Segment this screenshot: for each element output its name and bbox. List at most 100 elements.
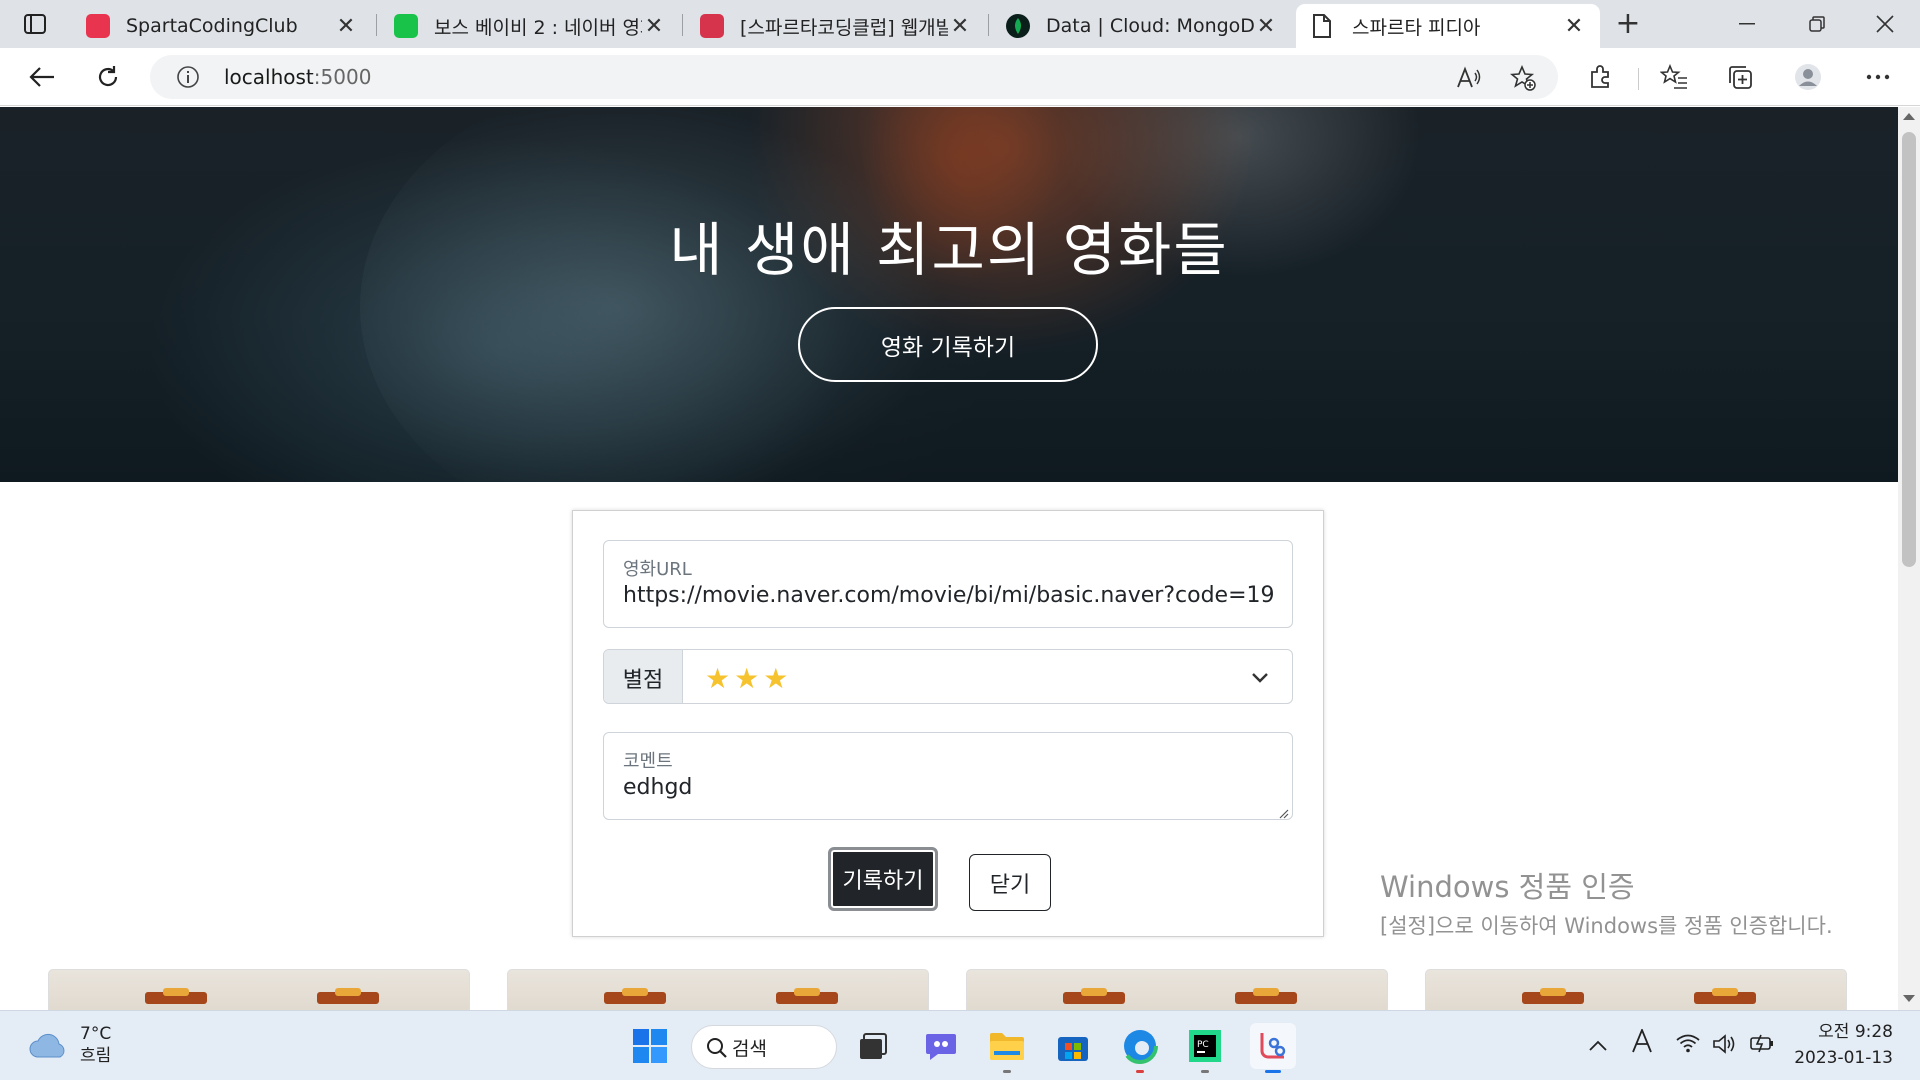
movie-card[interactable] <box>48 969 470 1010</box>
tab-actions-icon[interactable] <box>16 10 54 38</box>
refresh-icon[interactable] <box>90 59 126 95</box>
running-indicator <box>1003 1070 1011 1073</box>
pycharm-icon[interactable]: PC <box>1182 1023 1228 1073</box>
new-tab-plus-icon[interactable]: + <box>1612 9 1644 39</box>
edge-browser-icon[interactable] <box>1117 1023 1163 1073</box>
tab-title: Data | Cloud: MongoDB Cloud <box>1046 15 1254 37</box>
tab-separator <box>682 14 683 36</box>
movie-card[interactable] <box>1425 969 1847 1010</box>
url-field-value[interactable]: https://movie.naver.com/movie/bi/mi/basi… <box>623 583 1273 608</box>
teams-chat-icon[interactable] <box>918 1023 964 1069</box>
tab-sparta-webdev[interactable]: [스파르타코딩클럽] 웹개발 ✕ <box>684 4 986 48</box>
browser-toolbar: localhost:5000 <box>0 48 1920 106</box>
watermark-title: Windows 정품 인증 <box>1380 870 1635 904</box>
input-method-icon[interactable] <box>1631 1027 1653 1058</box>
weather-description: 흐림 <box>80 1046 112 1066</box>
url-host: localhost <box>224 65 314 89</box>
restore-icon[interactable] <box>1792 8 1842 40</box>
running-indicator <box>1136 1070 1144 1073</box>
star-select[interactable]: 별점 ★★★ <box>603 649 1293 704</box>
read-aloud-icon[interactable] <box>1456 65 1482 91</box>
movie-poster-image <box>604 988 666 1004</box>
tab-naver-movie[interactable]: 보스 베이비 2 : 네이버 영화 ✕ <box>378 4 680 48</box>
site-info-icon[interactable] <box>176 65 200 89</box>
url-port: :5000 <box>313 65 372 89</box>
record-movie-button[interactable]: 영화 기록하기 <box>798 307 1098 382</box>
cloud-icon <box>29 1033 65 1058</box>
comment-field-label: 코멘트 <box>623 751 673 772</box>
profile-avatar-icon[interactable] <box>1794 63 1822 91</box>
tab-spartacodingclub[interactable]: SpartaCodingClub ✕ <box>70 4 372 48</box>
movie-poster-image <box>1235 988 1297 1004</box>
close-button[interactable]: 닫기 <box>969 854 1051 911</box>
close-window-icon[interactable] <box>1860 8 1910 40</box>
star-rating-value: ★★★ <box>705 662 793 695</box>
url-field[interactable]: 영화URL https://movie.naver.com/movie/bi/m… <box>603 540 1293 628</box>
minimize-icon[interactable] <box>1722 8 1772 40</box>
movie-card[interactable] <box>507 969 929 1010</box>
svg-text:PC: PC <box>1197 1040 1209 1050</box>
back-arrow-icon[interactable] <box>24 59 60 95</box>
scroll-up-arrow-icon[interactable] <box>1903 113 1915 120</box>
movie-poster-image <box>317 988 379 1004</box>
tab-separator <box>988 14 989 36</box>
windows-activation-watermark: Windows 정품 인증 [설정]으로 이동하여 Windows를 정품 인증… <box>1380 864 1860 941</box>
scroll-down-arrow-icon[interactable] <box>1903 995 1915 1002</box>
taskbar-search-label: 검색 <box>732 1037 767 1060</box>
tab-sparta-pedia[interactable]: 스파르타 피디아 ✕ <box>1296 4 1600 48</box>
active-indicator <box>1265 1070 1281 1073</box>
tab-close-icon[interactable]: ✕ <box>642 14 666 39</box>
tab-mongodb[interactable]: Data | Cloud: MongoDB Cloud ✕ <box>990 4 1292 48</box>
page-scrollbar[interactable] <box>1898 107 1920 1010</box>
tab-close-icon[interactable]: ✕ <box>1562 14 1586 39</box>
tab-title: [스파르타코딩클럽] 웹개발 <box>740 16 948 39</box>
address-bar[interactable]: localhost:5000 <box>150 55 1558 99</box>
extensions-puzzle-icon[interactable] <box>1587 63 1615 91</box>
add-favorite-star-icon[interactable] <box>1509 64 1536 91</box>
tab-close-icon[interactable]: ✕ <box>1254 14 1278 39</box>
favorites-list-icon[interactable] <box>1660 63 1688 91</box>
submit-button[interactable]: 기록하기 <box>828 847 938 911</box>
microsoft-store-icon[interactable] <box>1050 1023 1096 1069</box>
clock-date: 2023-01-13 <box>1794 1048 1893 1068</box>
tab-title: SpartaCodingClub <box>126 15 298 37</box>
url-field-label: 영화URL <box>623 559 692 580</box>
taskbar-search[interactable]: 검색 <box>691 1025 837 1069</box>
wifi-icon[interactable] <box>1676 1033 1700 1058</box>
mongodb-leaf-icon <box>1006 14 1030 38</box>
battery-charging-icon[interactable] <box>1749 1033 1775 1058</box>
tab-title: 스파르타 피디아 <box>1352 16 1481 39</box>
collections-icon[interactable] <box>1726 63 1754 91</box>
show-hidden-icons-chevron-up-icon[interactable] <box>1588 1033 1608 1057</box>
scrollbar-thumb[interactable] <box>1902 132 1916 567</box>
file-explorer-icon[interactable] <box>984 1023 1030 1073</box>
system-clock[interactable]: 오전 9:28 2023-01-13 <box>1793 1019 1893 1071</box>
movie-poster-image <box>1522 988 1584 1004</box>
sparta-favicon-icon <box>86 14 110 38</box>
url-text[interactable]: localhost:5000 <box>224 65 371 89</box>
volume-icon[interactable] <box>1712 1033 1738 1060</box>
notebook-favicon-icon <box>700 14 724 38</box>
resize-handle-icon[interactable] <box>1277 804 1289 819</box>
movie-poster-image <box>1694 988 1756 1004</box>
windows-start-icon[interactable] <box>627 1023 673 1069</box>
windows-taskbar: 7°C 흐림 검색 PC 오전 9:28 2023-01-13 <box>0 1010 1920 1080</box>
tab-close-icon[interactable]: ✕ <box>334 14 358 39</box>
weather-widget[interactable]: 7°C 흐림 <box>28 1023 111 1067</box>
comment-field[interactable]: 코멘트 edhgd <box>603 732 1293 820</box>
search-icon <box>707 1038 727 1058</box>
tab-title: 보스 베이비 2 : 네이버 영화 <box>434 16 642 39</box>
task-view-icon[interactable] <box>850 1023 896 1069</box>
tab-close-icon[interactable]: ✕ <box>948 14 972 39</box>
running-indicator <box>1201 1070 1209 1073</box>
more-menu-icon[interactable] <box>1864 63 1892 91</box>
comment-field-value[interactable]: edhgd <box>623 775 1273 800</box>
movie-poster-image <box>1063 988 1125 1004</box>
snipping-tool-icon[interactable] <box>1250 1023 1296 1073</box>
movie-card[interactable] <box>966 969 1388 1010</box>
weather-temperature: 7°C <box>80 1024 112 1044</box>
web-page: 내 생애 최고의 영화들 영화 기록하기 영화URL https://movie… <box>0 107 1898 1010</box>
browser-tab-bar: SpartaCodingClub ✕ 보스 베이비 2 : 네이버 영화 ✕ [… <box>0 0 1920 48</box>
page-favicon-icon <box>1312 14 1336 38</box>
clock-time: 오전 9:28 <box>1818 1022 1893 1042</box>
